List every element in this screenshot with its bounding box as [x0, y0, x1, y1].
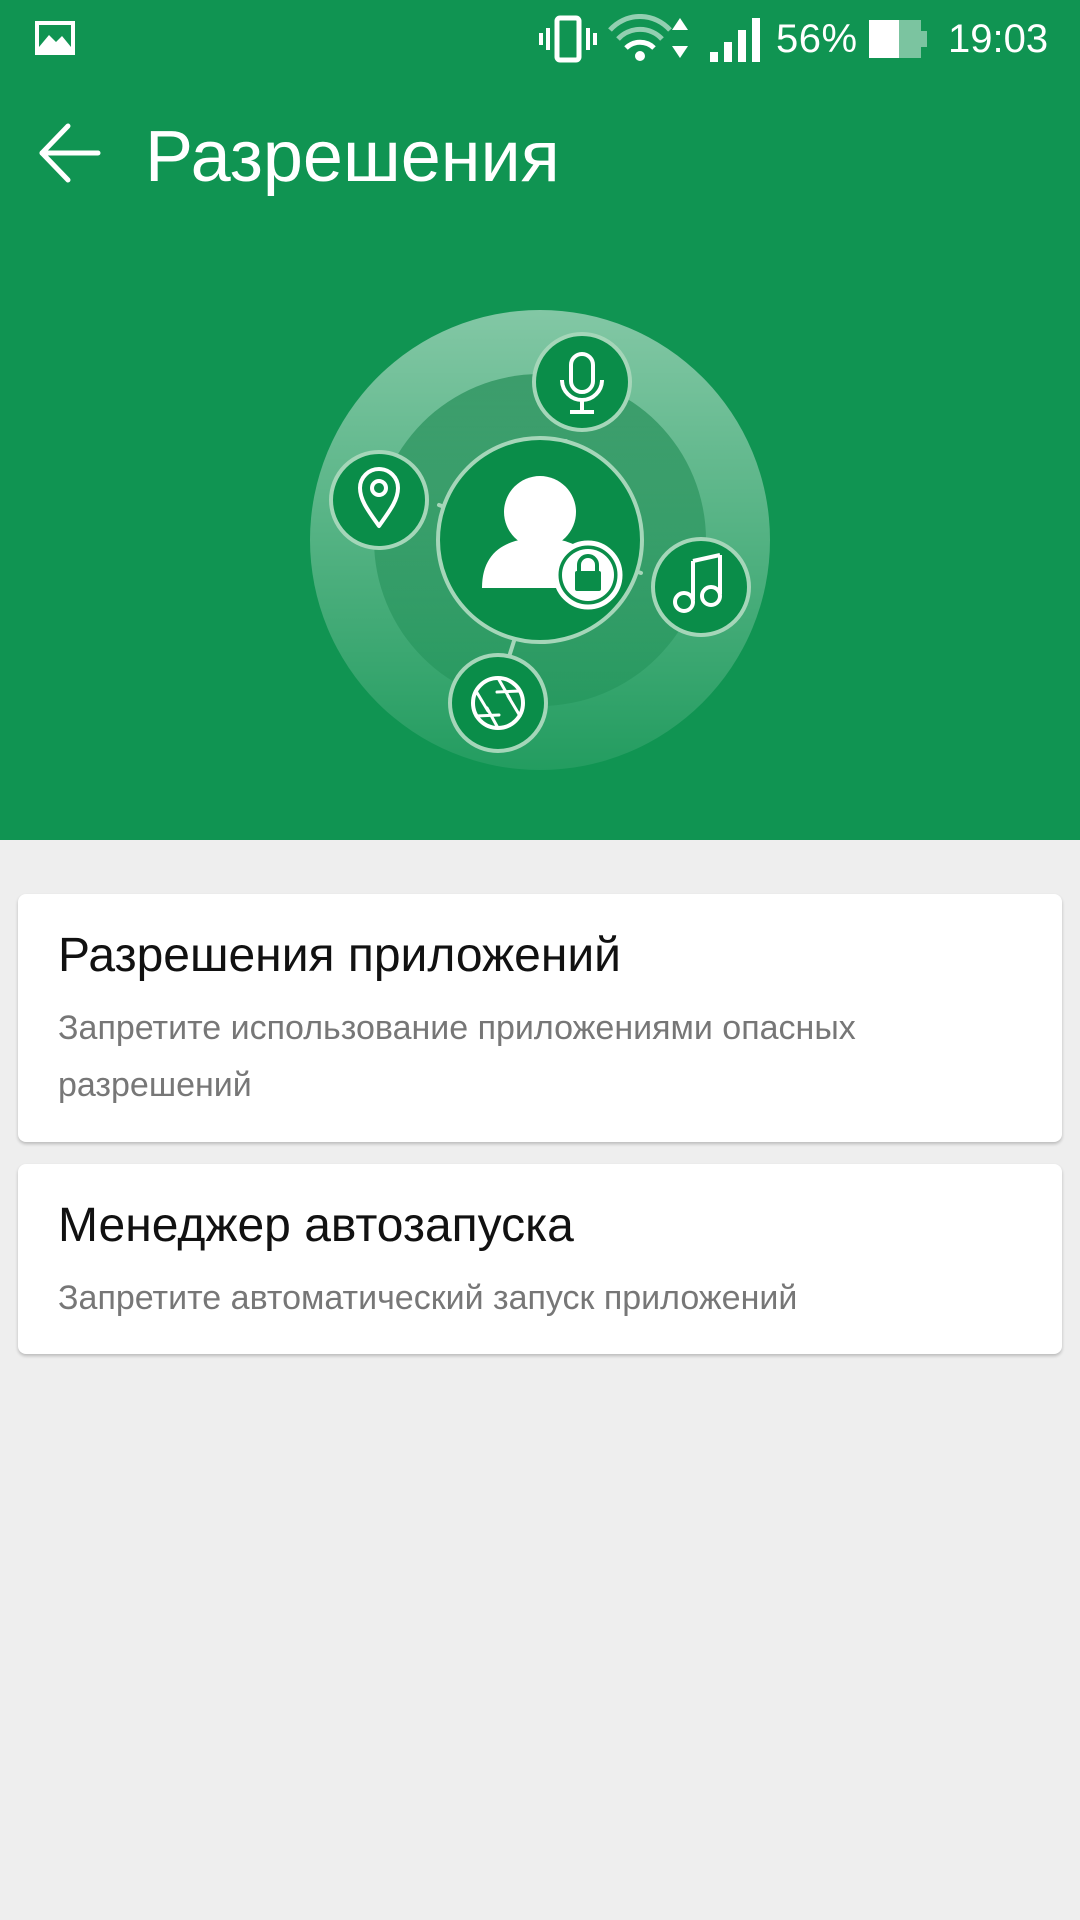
permissions-illustration [310, 310, 770, 770]
location-pin-icon [329, 450, 429, 550]
gallery-icon [35, 21, 75, 55]
vibrate-icon [539, 15, 597, 63]
autostart-manager-card[interactable]: Менеджер автозапуска Запретите автоматич… [18, 1164, 1062, 1354]
app-header: 56% 19:03 Разрешения [0, 0, 1080, 840]
autostart-manager-description: Запретите автоматический запуск приложен… [58, 1279, 798, 1317]
page-title: Разрешения [145, 117, 560, 197]
microphone-icon [532, 332, 632, 432]
app-permissions-card[interactable]: Разрешения приложений Запретите использо… [18, 894, 1062, 1142]
music-note-icon [651, 537, 751, 637]
app-permissions-title: Разрешения приложений [58, 929, 621, 982]
back-arrow-icon[interactable] [34, 118, 104, 188]
battery-percent: 56% [776, 17, 858, 61]
autostart-manager-title: Менеджер автозапуска [58, 1199, 574, 1252]
battery-icon [869, 20, 927, 58]
status-bar: 56% 19:03 [0, 0, 1080, 80]
signal-icon [710, 18, 760, 62]
clock: 19:03 [948, 17, 1049, 61]
wifi-icon [608, 14, 688, 61]
camera-aperture-icon [448, 653, 548, 753]
app-permissions-description: Запретите использование приложениями опа… [58, 1009, 856, 1104]
